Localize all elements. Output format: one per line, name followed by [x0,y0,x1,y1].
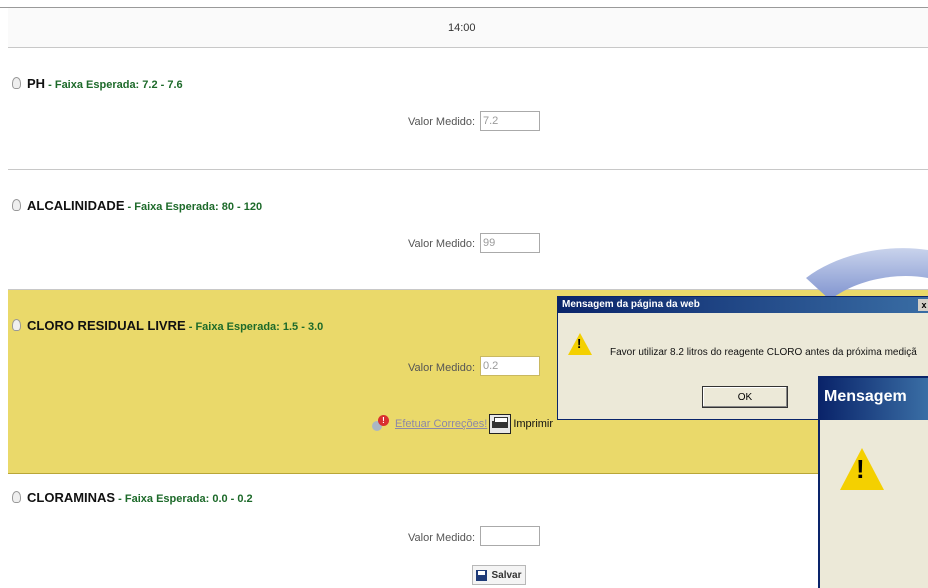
alcalinidade-value-input[interactable] [480,233,540,253]
expected-range: Faixa Esperada: 0.0 - 0.2 [124,493,253,505]
expected-range: Faixa Esperada: 7.2 - 7.6 [54,79,183,91]
imprimir-link[interactable]: Imprimir [513,418,553,430]
value-label: Valor Medido: [408,116,476,128]
value-label: Valor Medido: [408,532,476,544]
section-ph: PH - Faixa Esperada: 7.2 - 7.6 Valor Med… [8,48,928,170]
correction-actions: ! Efetuar Correções! Imprimir [372,414,553,434]
cloro-value-input[interactable] [480,356,540,376]
time-label: 14:00 [448,22,476,34]
bulb-icon [12,77,21,89]
bulb-icon [12,199,21,211]
save-label: Salvar [491,569,522,581]
section-alcalinidade: ALCALINIDADE - Faixa Esperada: 80 - 120 … [8,170,928,290]
printer-icon[interactable] [489,414,512,434]
ph-value-input[interactable] [480,111,540,131]
bulb-icon [12,319,21,331]
wrench-alert-icon: ! [372,415,390,433]
section-cloraminas: CLORAMINAS - Faixa Esperada: 0.0 - 0.2 V… [8,474,928,588]
zoomed-dialog-title: Mensagem [820,378,928,420]
zoomed-dialog: Mensagem ! [818,376,928,588]
close-icon[interactable]: x [918,299,928,311]
time-header: 14:00 [8,8,928,48]
value-label: Valor Medido: [408,238,476,250]
dialog-title-bar: Mensagem da página da web x [558,297,928,313]
save-disk-icon [476,569,488,581]
parameter-name: CLORAMINAS [27,490,116,505]
expected-range: Faixa Esperada: 1.5 - 3.0 [195,321,324,333]
section-title: CLORAMINAS - Faixa Esperada: 0.0 - 0.2 [12,490,253,505]
section-title: PH - Faixa Esperada: 7.2 - 7.6 [12,76,183,91]
dialog-message: Favor utilizar 8.2 litros do reagente CL… [610,347,917,358]
section-title: ALCALINIDADE - Faixa Esperada: 80 - 120 [12,198,262,213]
save-button[interactable]: Salvar [472,565,526,585]
ok-button[interactable]: OK [702,386,788,408]
section-title: CLORO RESIDUAL LIVRE - Faixa Esperada: 1… [12,318,323,333]
bulb-icon [12,491,21,503]
expected-range: Faixa Esperada: 80 - 120 [134,201,263,213]
efetuar-correcoes-link[interactable]: Efetuar Correções! [395,418,487,430]
cloraminas-value-input[interactable] [480,526,540,546]
value-label: Valor Medido: [408,362,476,374]
parameter-name: CLORO RESIDUAL LIVRE [27,318,186,333]
parameter-name: PH [27,76,46,91]
parameter-name: ALCALINIDADE [27,198,125,213]
dialog-title: Mensagem da página da web [562,299,700,310]
